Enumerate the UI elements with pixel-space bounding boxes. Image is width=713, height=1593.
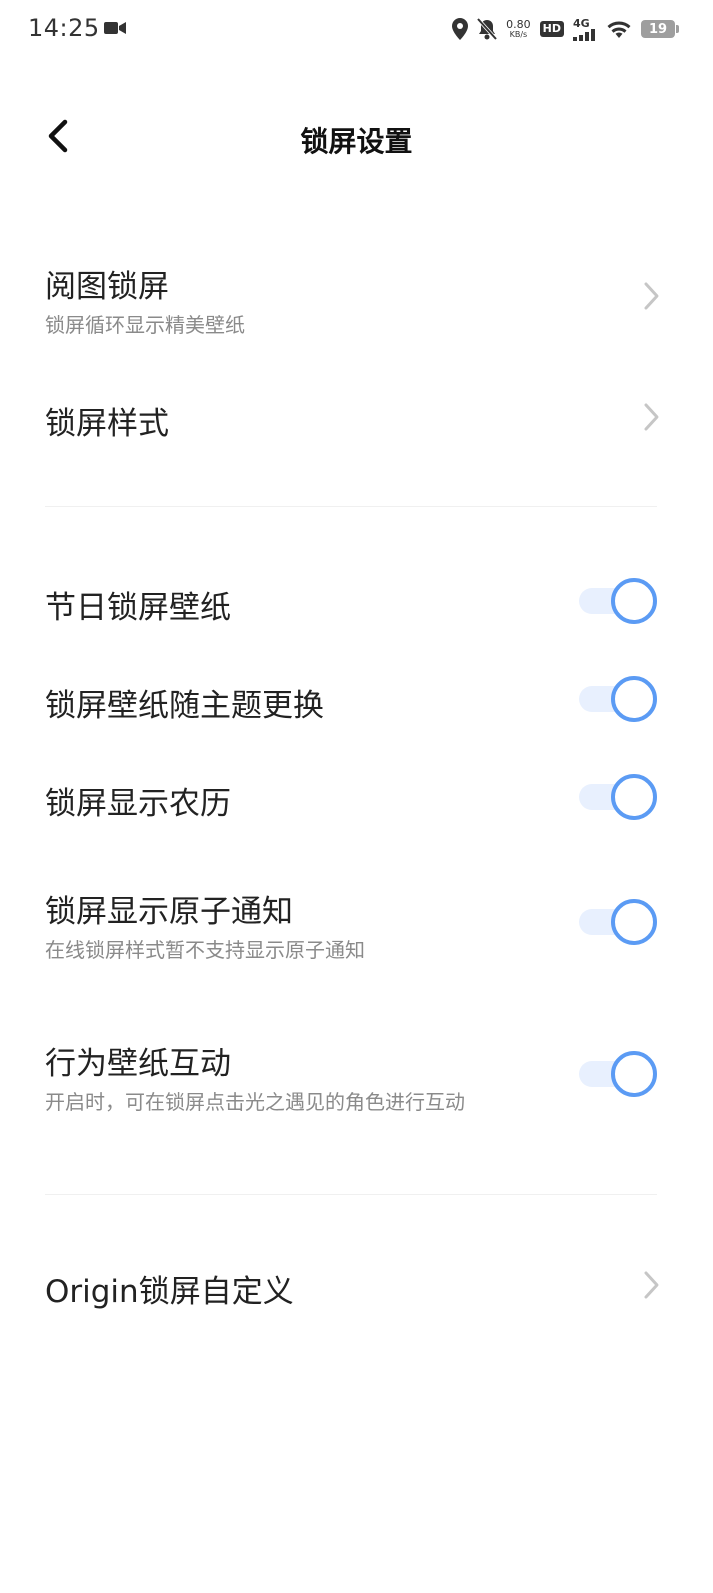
location-icon xyxy=(452,18,469,40)
row-origin-custom-title: Origin锁屏自定义 xyxy=(45,1274,294,1310)
hd-badge: HD xyxy=(539,21,564,37)
cellular-signal: 4G xyxy=(573,18,597,41)
row-atomic-notifications: 锁屏显示原子通知 在线锁屏样式暂不支持显示原子通知 xyxy=(0,876,713,972)
chevron-right-icon xyxy=(644,282,659,310)
page-title: 锁屏设置 xyxy=(300,125,413,158)
row-atomic-notifications-subtitle: 在线锁屏样式暂不支持显示原子通知 xyxy=(45,938,365,962)
row-read-lockscreen-title: 阅图锁屏 xyxy=(45,269,169,305)
network-speed-value: 0.80 xyxy=(506,18,531,31)
row-lockscreen-style-title: 锁屏样式 xyxy=(45,406,169,442)
network-speed: 0.80 KB/s xyxy=(506,19,531,39)
show-lunar-calendar-toggle[interactable] xyxy=(579,774,657,820)
header: 锁屏设置 xyxy=(0,98,713,178)
signal-bars-icon xyxy=(573,28,595,41)
row-lockscreen-style[interactable]: 锁屏样式 xyxy=(0,380,713,456)
divider xyxy=(45,1194,657,1195)
row-behavior-wallpaper-subtitle: 开启时，可在锁屏点击光之遇见的角色进行互动 xyxy=(45,1090,465,1114)
divider xyxy=(45,506,657,507)
video-camera-icon xyxy=(104,22,126,34)
mute-bell-icon xyxy=(477,18,498,40)
behavior-wallpaper-toggle[interactable] xyxy=(579,1051,657,1097)
row-holiday-wallpaper: 节日锁屏壁纸 xyxy=(0,570,713,632)
status-time: 14:25 xyxy=(28,14,100,42)
row-origin-custom[interactable]: Origin锁屏自定义 xyxy=(0,1248,713,1324)
wifi-icon xyxy=(607,21,631,38)
network-speed-unit: KB/s xyxy=(509,30,528,39)
chevron-right-icon xyxy=(644,403,659,431)
network-type: 4G xyxy=(573,16,590,30)
status-bar: 14:25 0.80 KB/s HD 4G 19 xyxy=(0,0,713,58)
lock-screen-settings-page: 14:25 0.80 KB/s HD 4G 19 锁屏设置 阅图锁屏 锁屏循环显… xyxy=(0,0,713,1593)
row-wallpaper-follow-theme: 锁屏壁纸随主题更换 xyxy=(0,668,713,730)
battery-icon: 19 xyxy=(641,20,679,38)
row-read-lockscreen[interactable]: 阅图锁屏 锁屏循环显示精美壁纸 xyxy=(0,250,713,350)
battery-level: 19 xyxy=(648,21,668,37)
holiday-wallpaper-toggle[interactable] xyxy=(579,578,657,624)
wallpaper-follow-theme-toggle[interactable] xyxy=(579,676,657,722)
row-show-lunar-calendar: 锁屏显示农历 xyxy=(0,766,713,828)
row-wallpaper-follow-theme-title: 锁屏壁纸随主题更换 xyxy=(45,688,324,724)
row-behavior-wallpaper: 行为壁纸互动 开启时，可在锁屏点击光之遇见的角色进行互动 xyxy=(0,1028,713,1124)
atomic-notifications-toggle[interactable] xyxy=(579,899,657,945)
status-icons: 0.80 KB/s HD 4G 19 xyxy=(452,14,679,44)
row-holiday-wallpaper-title: 节日锁屏壁纸 xyxy=(45,590,231,626)
row-show-lunar-calendar-title: 锁屏显示农历 xyxy=(45,786,231,822)
row-behavior-wallpaper-title: 行为壁纸互动 xyxy=(45,1046,231,1082)
row-read-lockscreen-subtitle: 锁屏循环显示精美壁纸 xyxy=(45,313,245,337)
chevron-right-icon xyxy=(644,1271,659,1299)
row-atomic-notifications-title: 锁屏显示原子通知 xyxy=(45,894,293,930)
